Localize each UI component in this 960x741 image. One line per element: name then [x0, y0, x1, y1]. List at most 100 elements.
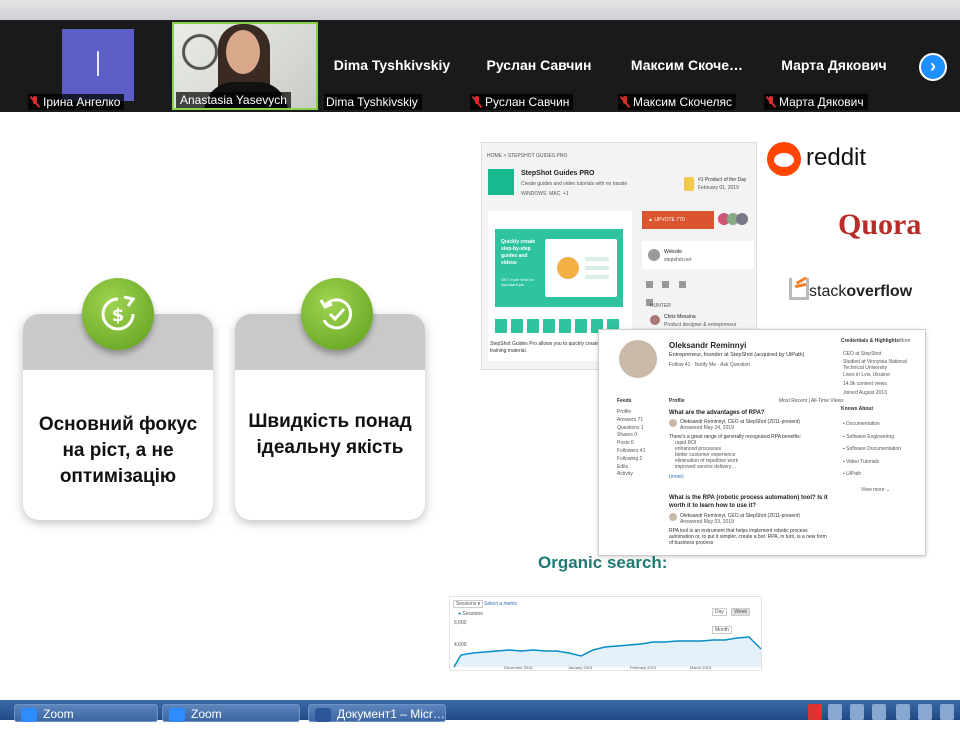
tray-icon[interactable] — [918, 704, 932, 720]
reddit-wordmark: reddit — [806, 144, 867, 171]
svg-text:$: $ — [112, 305, 125, 326]
topic-label: Documentation — [846, 421, 880, 427]
award-badge-icon — [684, 177, 694, 191]
feed-tab[interactable]: Questions 1 — [617, 425, 661, 433]
taskbar-item-word[interactable]: Документ1 – Micr… — [308, 704, 446, 722]
topic-item[interactable]: ▪ UiPath — [843, 468, 923, 481]
participant-display-name: Dima Tyshkivskiy — [333, 57, 451, 73]
wordmark-part: stack — [809, 283, 847, 300]
hunter-role: Product designer & entrepreneur — [664, 322, 737, 328]
profile-name: Oleksandr Reminnyi — [669, 341, 747, 350]
participant-tile[interactable]: I Ірина Ангелко — [24, 22, 170, 112]
website-box[interactable]: Website stepshot.net — [642, 241, 754, 269]
website-url: stepshot.net — [664, 257, 692, 263]
taskbar-item-label: Zoom Конференц… — [191, 707, 267, 739]
participant-name: Ірина Ангелко — [43, 95, 121, 109]
participant-tile[interactable]: Марта Дякович Марта Дякович — [760, 22, 908, 112]
answer-date: Answered May 24, 2019 — [680, 425, 734, 431]
avatar — [619, 340, 657, 378]
feed-tab[interactable]: Followers 41 — [617, 448, 661, 456]
sort-selector[interactable]: Most Recent | All-Time Views — [779, 398, 844, 404]
reddit-face — [774, 153, 794, 167]
x-tick-label: January 2019 — [568, 665, 593, 670]
topic-item[interactable]: ▪ Software Documentation — [843, 443, 923, 456]
feed-tab[interactable]: Answers 71 — [617, 417, 661, 425]
participant-caption: Ірина Ангелко — [28, 94, 125, 110]
product-tagline: Create guides and video tutorials with n… — [521, 181, 628, 187]
feed-tab[interactable]: Edits — [617, 464, 661, 472]
stackoverflow-wordmark: stackoverflow — [809, 283, 912, 301]
avatar — [669, 513, 677, 521]
cat-mascot-icon — [557, 257, 579, 279]
tray-icon[interactable] — [940, 704, 954, 720]
answer-text: RPA tool is an instrument that helps imp… — [669, 528, 827, 546]
list-line — [585, 257, 609, 261]
mic-muted-icon — [472, 96, 482, 108]
more-link[interactable]: More — [899, 338, 910, 344]
taskbar-item-label: Zoom — [43, 707, 74, 721]
feed-tab[interactable]: Posts 0 — [617, 440, 661, 448]
link-icon — [648, 249, 660, 261]
feed-tab[interactable]: Shares 0 — [617, 432, 661, 440]
participant-tile[interactable]: Максим Скоче… Максим Скочеляс — [614, 22, 760, 112]
knows-about-title: Knows About — [841, 406, 874, 412]
hunter-label: HUNTER — [650, 303, 671, 309]
facebook-icon[interactable] — [662, 281, 670, 288]
upvote-button[interactable]: ▲ UPVOTE 770 — [642, 211, 714, 229]
question-title[interactable]: What are the advantages of RPA? — [669, 410, 765, 416]
feed-tab[interactable]: Activity — [617, 471, 661, 479]
ask-question-button[interactable]: Ask Question — [720, 362, 750, 368]
reddit-logo-icon — [767, 142, 801, 176]
maker-avatars — [718, 213, 750, 227]
platform-tag: +1 — [562, 191, 569, 197]
tray-icon[interactable] — [850, 704, 864, 720]
active-speaker-video[interactable]: Anastasia Yasevych — [172, 22, 318, 110]
twitter-icon[interactable] — [646, 281, 653, 288]
promo-image: Quickly create step-by-step guides and v… — [495, 229, 623, 307]
topic-item[interactable]: ▪ Video Tutorials — [843, 456, 923, 469]
award-text: #1 Product of the Day — [698, 177, 747, 183]
credential-item: Studied at Vinnytsia National Technical … — [843, 359, 907, 371]
speaker-face — [226, 30, 260, 74]
quora-profile-screenshot: Oleksandr Reminnyi Entrepreneur, founder… — [598, 329, 926, 556]
next-page-button[interactable]: › — [919, 53, 947, 81]
taskbar-item-zoom-meeting[interactable]: Zoom Конференц… — [162, 704, 300, 739]
topic-item[interactable]: ▪ Documentation — [843, 418, 923, 431]
feed-tab[interactable]: Profile — [617, 409, 661, 417]
avatar — [650, 315, 660, 325]
avatar-letter: I — [92, 45, 104, 85]
taskbar-item-zoom[interactable]: Zoom — [14, 704, 158, 722]
view-more-link[interactable]: View more ⌄ — [861, 487, 890, 493]
mic-muted-icon — [766, 96, 776, 108]
hunter-name: Chris Messina — [664, 314, 696, 320]
check-cycle-icon — [301, 278, 373, 350]
question-title[interactable]: What is the RPA (robotic process automat… — [669, 494, 845, 510]
website-label: Website — [664, 249, 682, 255]
avatar — [669, 419, 677, 427]
follow-button[interactable]: Follow 41 — [669, 362, 690, 368]
participant-caption: Dima Tyshkivskiy — [324, 94, 422, 110]
knows-about-list: ▪ Documentation ▪ Software Engineering ▪… — [843, 418, 923, 481]
tray-icon[interactable] — [828, 704, 842, 720]
participant-tile[interactable]: Dima Tyshkivskiy Dima Tyshkivskiy — [320, 22, 464, 112]
tray-icon[interactable] — [808, 704, 822, 720]
network-icon[interactable] — [896, 704, 910, 720]
promo-subtext: GET more time for important job — [501, 277, 534, 287]
profile-actions: Follow 41 · Notify Me · Ask Question — [669, 362, 750, 368]
participant-caption: Марта Дякович — [764, 94, 868, 110]
feed-tab[interactable]: Following 2 — [617, 456, 661, 464]
title-bar — [0, 0, 960, 20]
more-link[interactable]: (more) — [669, 474, 684, 480]
organic-search-title: Organic search: — [538, 553, 668, 572]
x-tick-label: December 2018 — [504, 665, 533, 670]
participant-name: Anastasia Yasevych — [180, 93, 287, 107]
feeds-label: Feeds — [617, 398, 632, 404]
notify-button[interactable]: Notify Me — [695, 362, 716, 368]
credential-item: Joined August 2013 — [843, 390, 887, 396]
topic-label: Video Tutorials — [846, 458, 880, 465]
share-icon[interactable] — [678, 281, 686, 288]
topic-item[interactable]: ▪ Software Engineering — [843, 431, 923, 444]
volume-icon[interactable] — [872, 704, 886, 720]
participant-tile[interactable]: Руслан Савчин Руслан Савчин — [466, 22, 612, 112]
social-icons — [646, 275, 702, 306]
